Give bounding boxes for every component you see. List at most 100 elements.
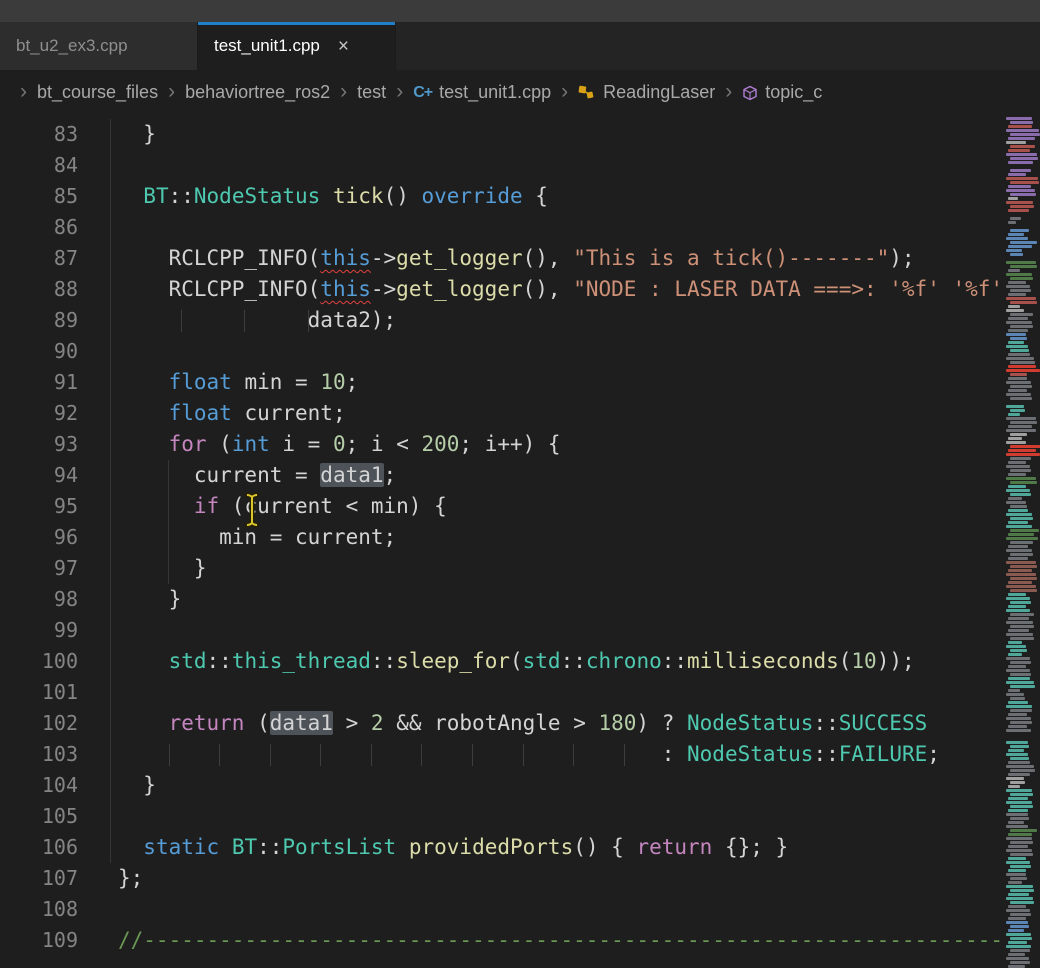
- line-number-85[interactable]: 85: [0, 181, 78, 212]
- minimap-line: [1008, 161, 1033, 164]
- line-number-108[interactable]: 108: [0, 894, 78, 925]
- line-number-83[interactable]: 83: [0, 119, 78, 150]
- line-number-92[interactable]: 92: [0, 398, 78, 429]
- line-number-104[interactable]: 104: [0, 770, 78, 801]
- line-number-103[interactable]: 103: [0, 739, 78, 770]
- code-token: [118, 649, 169, 673]
- code-line-84[interactable]: [118, 150, 1040, 181]
- code-token: FAILURE: [839, 742, 928, 766]
- code-token: providedPorts: [409, 835, 573, 859]
- minimap-line: [1008, 665, 1026, 668]
- breadcrumb-separator-icon: ›: [561, 80, 568, 104]
- tab-close-icon[interactable]: ×: [338, 37, 349, 56]
- code-line-108[interactable]: [118, 894, 1040, 925]
- code-token: tick: [333, 184, 384, 208]
- code-line-94[interactable]: current = data1;: [118, 460, 1040, 491]
- code-line-88[interactable]: RCLCPP_INFO(this->get_logger(), "NODE : …: [118, 274, 1040, 305]
- code-token: [421, 742, 472, 766]
- minimap-line: [1010, 445, 1040, 448]
- code-line-105[interactable]: [118, 801, 1040, 832]
- code-token: [320, 184, 333, 208]
- line-number-93[interactable]: 93: [0, 429, 78, 460]
- code-line-97[interactable]: }: [118, 553, 1040, 584]
- breadcrumb-item-behaviortree_ros2[interactable]: behaviortree_ros2: [185, 82, 330, 103]
- code-token: ) ?: [636, 711, 687, 735]
- line-number-101[interactable]: 101: [0, 677, 78, 708]
- code-line-86[interactable]: [118, 212, 1040, 243]
- minimap-line: [1008, 881, 1022, 884]
- line-number-99[interactable]: 99: [0, 615, 78, 646]
- minimap-line: [1008, 701, 1028, 704]
- line-number-87[interactable]: 87: [0, 243, 78, 274]
- code-line-109[interactable]: //--------------------------------------…: [118, 925, 1040, 956]
- minimap-line: [1010, 301, 1037, 304]
- minimap-line: [1006, 957, 1029, 960]
- code-token: for: [169, 432, 207, 456]
- line-number-102[interactable]: 102: [0, 708, 78, 739]
- line-number-90[interactable]: 90: [0, 336, 78, 367]
- breadcrumb: ›bt_course_files›behaviortree_ros2›test›…: [0, 70, 1040, 115]
- code-line-98[interactable]: }: [118, 584, 1040, 615]
- code-line-100[interactable]: std::this_thread::sleep_for(std::chrono:…: [118, 646, 1040, 677]
- code-line-91[interactable]: float min = 10;: [118, 367, 1040, 398]
- code-line-96[interactable]: min = current;: [118, 522, 1040, 553]
- line-number-96[interactable]: 96: [0, 522, 78, 553]
- breadcrumb-item-test[interactable]: test: [357, 82, 386, 103]
- line-number-106[interactable]: 106: [0, 832, 78, 863]
- code-line-90[interactable]: [118, 336, 1040, 367]
- line-number-88[interactable]: 88: [0, 274, 78, 305]
- breadcrumb-item-ReadingLaser[interactable]: ReadingLaser: [603, 82, 715, 103]
- code-token: (),: [523, 246, 574, 270]
- code-token: [118, 494, 194, 518]
- minimap-line: [1008, 797, 1028, 800]
- line-number-98[interactable]: 98: [0, 584, 78, 615]
- minimap-line: [1006, 657, 1030, 660]
- code-content[interactable]: } BT::NodeStatus tick() override { RCLCP…: [118, 119, 1040, 956]
- code-line-107[interactable]: };: [118, 863, 1040, 894]
- breadcrumb-item-topic_c[interactable]: topic_c: [765, 82, 822, 103]
- line-number-97[interactable]: 97: [0, 553, 78, 584]
- code-editor[interactable]: 8384858687888990919293949596979899100101…: [0, 115, 1040, 968]
- code-line-106[interactable]: static BT::PortsList providedPorts() { r…: [118, 832, 1040, 863]
- code-line-85[interactable]: BT::NodeStatus tick() override {: [118, 181, 1040, 212]
- code-line-99[interactable]: [118, 615, 1040, 646]
- line-number-84[interactable]: 84: [0, 150, 78, 181]
- code-token: static: [143, 835, 219, 859]
- line-number-100[interactable]: 100: [0, 646, 78, 677]
- minimap-line: [1006, 405, 1024, 408]
- tab-bt_u2_ex3.cpp[interactable]: bt_u2_ex3.cpp: [0, 22, 198, 70]
- line-number-gutter[interactable]: 8384858687888990919293949596979899100101…: [0, 119, 78, 956]
- code-token: min =: [232, 370, 321, 394]
- line-number-95[interactable]: 95: [0, 491, 78, 522]
- line-number-89[interactable]: 89: [0, 305, 78, 336]
- code-line-101[interactable]: [118, 677, 1040, 708]
- breadcrumb-item-test_unit1.cpp[interactable]: test_unit1.cpp: [439, 82, 551, 103]
- line-number-94[interactable]: 94: [0, 460, 78, 491]
- minimap-line: [1010, 241, 1037, 244]
- code-token: data1: [270, 711, 333, 735]
- line-number-86[interactable]: 86: [0, 212, 78, 243]
- minimap-line: [1010, 325, 1033, 328]
- code-line-93[interactable]: for (int i = 0; i < 200; i++) {: [118, 429, 1040, 460]
- code-token: {: [523, 184, 548, 208]
- breadcrumb-item-bt_course_files[interactable]: bt_course_files: [37, 82, 158, 103]
- code-token: float: [169, 401, 232, 425]
- line-number-91[interactable]: 91: [0, 367, 78, 398]
- code-line-95[interactable]: if (current < min) {: [118, 491, 1040, 522]
- code-line-103[interactable]: : NodeStatus::FAILURE;: [118, 739, 1040, 770]
- minimap-line: [1008, 689, 1020, 692]
- minimap-line: [1010, 901, 1034, 904]
- tab-test_unit1.cpp[interactable]: test_unit1.cpp×: [198, 22, 396, 70]
- code-line-92[interactable]: float current;: [118, 398, 1040, 429]
- code-token: 10: [851, 649, 876, 673]
- line-number-107[interactable]: 107: [0, 863, 78, 894]
- minimap[interactable]: [1003, 115, 1040, 968]
- code-line-89[interactable]: data2);: [118, 305, 1040, 336]
- code-line-87[interactable]: RCLCPP_INFO(this->get_logger(), "This is…: [118, 243, 1040, 274]
- breadcrumb-separator-icon: ›: [168, 80, 175, 104]
- code-line-83[interactable]: }: [118, 119, 1040, 150]
- code-line-104[interactable]: }: [118, 770, 1040, 801]
- line-number-105[interactable]: 105: [0, 801, 78, 832]
- code-line-102[interactable]: return (data1 > 2 && robotAngle > 180) ?…: [118, 708, 1040, 739]
- line-number-109[interactable]: 109: [0, 925, 78, 956]
